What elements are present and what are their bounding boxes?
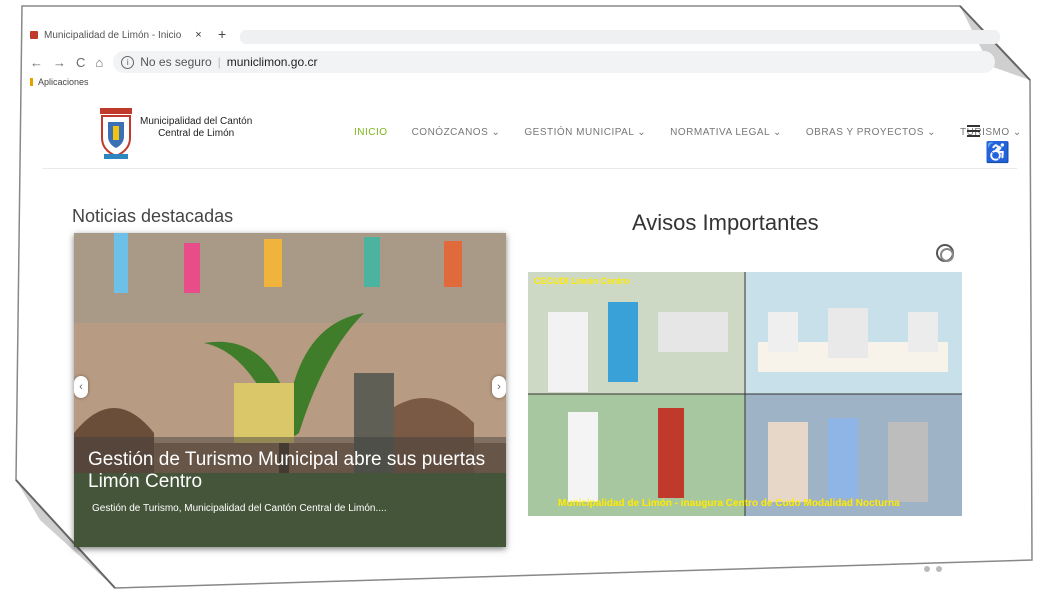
photo-caption: Municipalidad de Limón - inaugura Centro…: [558, 498, 900, 509]
menu-conozcanos[interactable]: CONÓZCANOS ⌄: [412, 127, 501, 138]
apps-icon: [30, 78, 33, 86]
close-tab-icon[interactable]: ×: [195, 29, 201, 41]
back-icon[interactable]: ←: [30, 55, 43, 70]
slide-text: Gestión de Turismo, Municipalidad del Ca…: [92, 503, 387, 514]
menu-normativa-legal[interactable]: NORMATIVA LEGAL ⌄: [670, 127, 782, 138]
url-text[interactable]: municlimon.go.cr: [227, 55, 318, 69]
tab-strip: Municipalidad de Limón - Inicio × +: [30, 24, 1000, 46]
org-name-line2: Central de Limón: [158, 128, 235, 139]
address-separator: |: [217, 55, 221, 69]
bookmark-apps[interactable]: Aplicaciones: [38, 77, 89, 87]
avisos-photo-image: [528, 272, 962, 516]
favicon-icon: [30, 31, 38, 39]
site-header: Municipalidad del Cantón Central de Limó…: [42, 96, 1021, 169]
avisos-photo[interactable]: CECUDI Limón Centro Municipalidad de Lim…: [528, 272, 962, 516]
menu-inicio[interactable]: INICIO: [354, 127, 388, 138]
accessibility-icon[interactable]: ♿: [985, 140, 1010, 165]
slider-prev-button[interactable]: ‹: [74, 376, 88, 398]
photo-tag: CECUDI Limón Centro: [534, 276, 630, 286]
home-icon[interactable]: ⌂: [95, 55, 103, 70]
municipal-crest-logo[interactable]: [96, 102, 136, 162]
hamburger-icon[interactable]: [967, 125, 980, 140]
new-tab-button[interactable]: +: [218, 26, 226, 42]
avisos-heading: Avisos Importantes: [632, 210, 819, 235]
slide-caption: Gestión de Turismo Municipal abre sus pu…: [74, 437, 506, 547]
org-name[interactable]: Municipalidad del Cantón Central de Limó…: [140, 116, 252, 140]
browser-tab[interactable]: Municipalidad de Limón - Inicio ×: [30, 24, 206, 46]
news-slider[interactable]: ‹ › Gestión de Turismo Municipal abre su…: [74, 233, 506, 547]
browser-toolbar: ← → C ⌂ i No es seguro | municlimon.go.c…: [30, 50, 995, 74]
slide-title[interactable]: Gestión de Turismo Municipal abre sus pu…: [88, 449, 506, 493]
carousel-dot[interactable]: [924, 566, 930, 572]
info-icon[interactable]: i: [121, 55, 135, 69]
menu-gestion-municipal[interactable]: GESTIÓN MUNICIPAL ⌄: [524, 127, 646, 138]
slider-next-button[interactable]: ›: [492, 376, 506, 398]
loading-spinner-icon: [936, 244, 954, 262]
menu-obras-y-proyectos[interactable]: OBRAS Y PROYECTOS ⌄: [806, 127, 936, 138]
forward-icon[interactable]: →: [53, 55, 66, 70]
carousel-dot[interactable]: [936, 566, 942, 572]
address-bar[interactable]: i No es seguro | municlimon.go.cr: [113, 51, 995, 73]
reload-icon[interactable]: C: [76, 55, 85, 70]
tab-bar-fill: [240, 30, 1000, 44]
main-menu: INICIO CONÓZCANOS ⌄ GESTIÓN MUNICIPAL ⌄ …: [354, 127, 1044, 138]
tab-title: Municipalidad de Limón - Inicio: [44, 29, 182, 41]
org-name-line1: Municipalidad del Cantón: [140, 116, 253, 127]
news-heading: Noticias destacadas: [72, 206, 234, 226]
carousel-dots: [924, 566, 942, 572]
insecure-label: No es seguro: [140, 55, 212, 69]
bookmarks-bar: Aplicaciones: [30, 77, 89, 87]
